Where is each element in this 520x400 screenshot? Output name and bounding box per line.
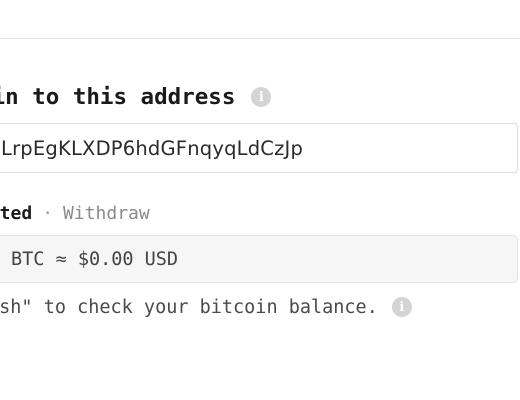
refresh-hint: esh" to check your bitcoin balance. i [0,294,412,320]
top-divider [0,38,520,39]
deposit-withdraw-tabs: sited · Withdraw [0,201,150,225]
heading-text: oin to this address [0,84,236,110]
hint-text: esh" to check your bitcoin balance. [0,296,378,318]
tab-withdraw[interactable]: Withdraw [63,203,150,224]
bitcoin-address-value[interactable]: LrpEgKLXDP6hdGFnqyqLdCzJp [1,137,303,160]
section-heading: oin to this address i [0,80,272,114]
balance-text: BTC ≈ $0.00 USD [11,248,179,270]
bitcoin-address-field[interactable]: LrpEgKLXDP6hdGFnqyqLdCzJp [0,123,518,173]
info-icon[interactable]: i [391,297,412,317]
tab-separator: · [42,202,54,224]
info-icon[interactable]: i [251,87,272,107]
tab-deposited[interactable]: sited [0,203,32,224]
balance-display: BTC ≈ $0.00 USD [0,235,518,283]
